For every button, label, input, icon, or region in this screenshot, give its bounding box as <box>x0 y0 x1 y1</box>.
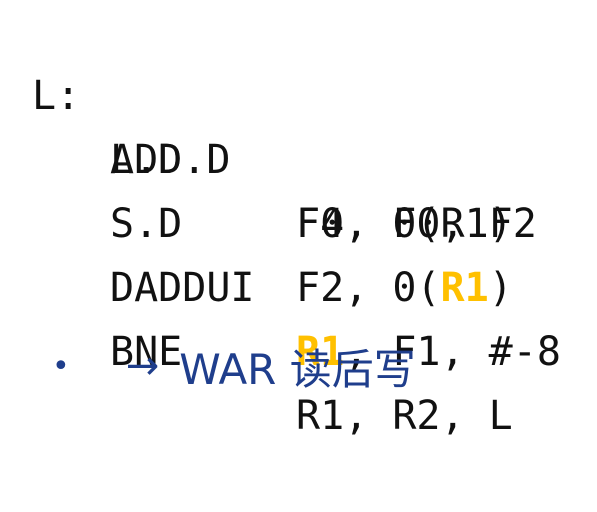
bullet-text: WAR 读后写 <box>179 344 416 394</box>
code-line-3: S.D F2, 0(R1) <box>0 128 597 311</box>
code-line-2: ADD.D F4, F0, F2 <box>0 64 597 247</box>
code-block: L: L.D F0, 0(R1) ADD.D F4, F0, F2 S.D F2… <box>0 0 561 439</box>
code-line-4: DADDUI R1, F1, #-8 <box>0 192 597 375</box>
arrow-right-icon: → <box>125 343 160 389</box>
code-line-1: L: L.D F0, 0(R1) <box>0 0 597 247</box>
operand-text: R1, R2, L <box>296 393 513 439</box>
code-line-5: BNE R1, R2, L <box>0 256 597 439</box>
bullet-dot-icon: • <box>52 348 70 384</box>
bullet-item: • → WAR 读后写 <box>52 334 416 398</box>
